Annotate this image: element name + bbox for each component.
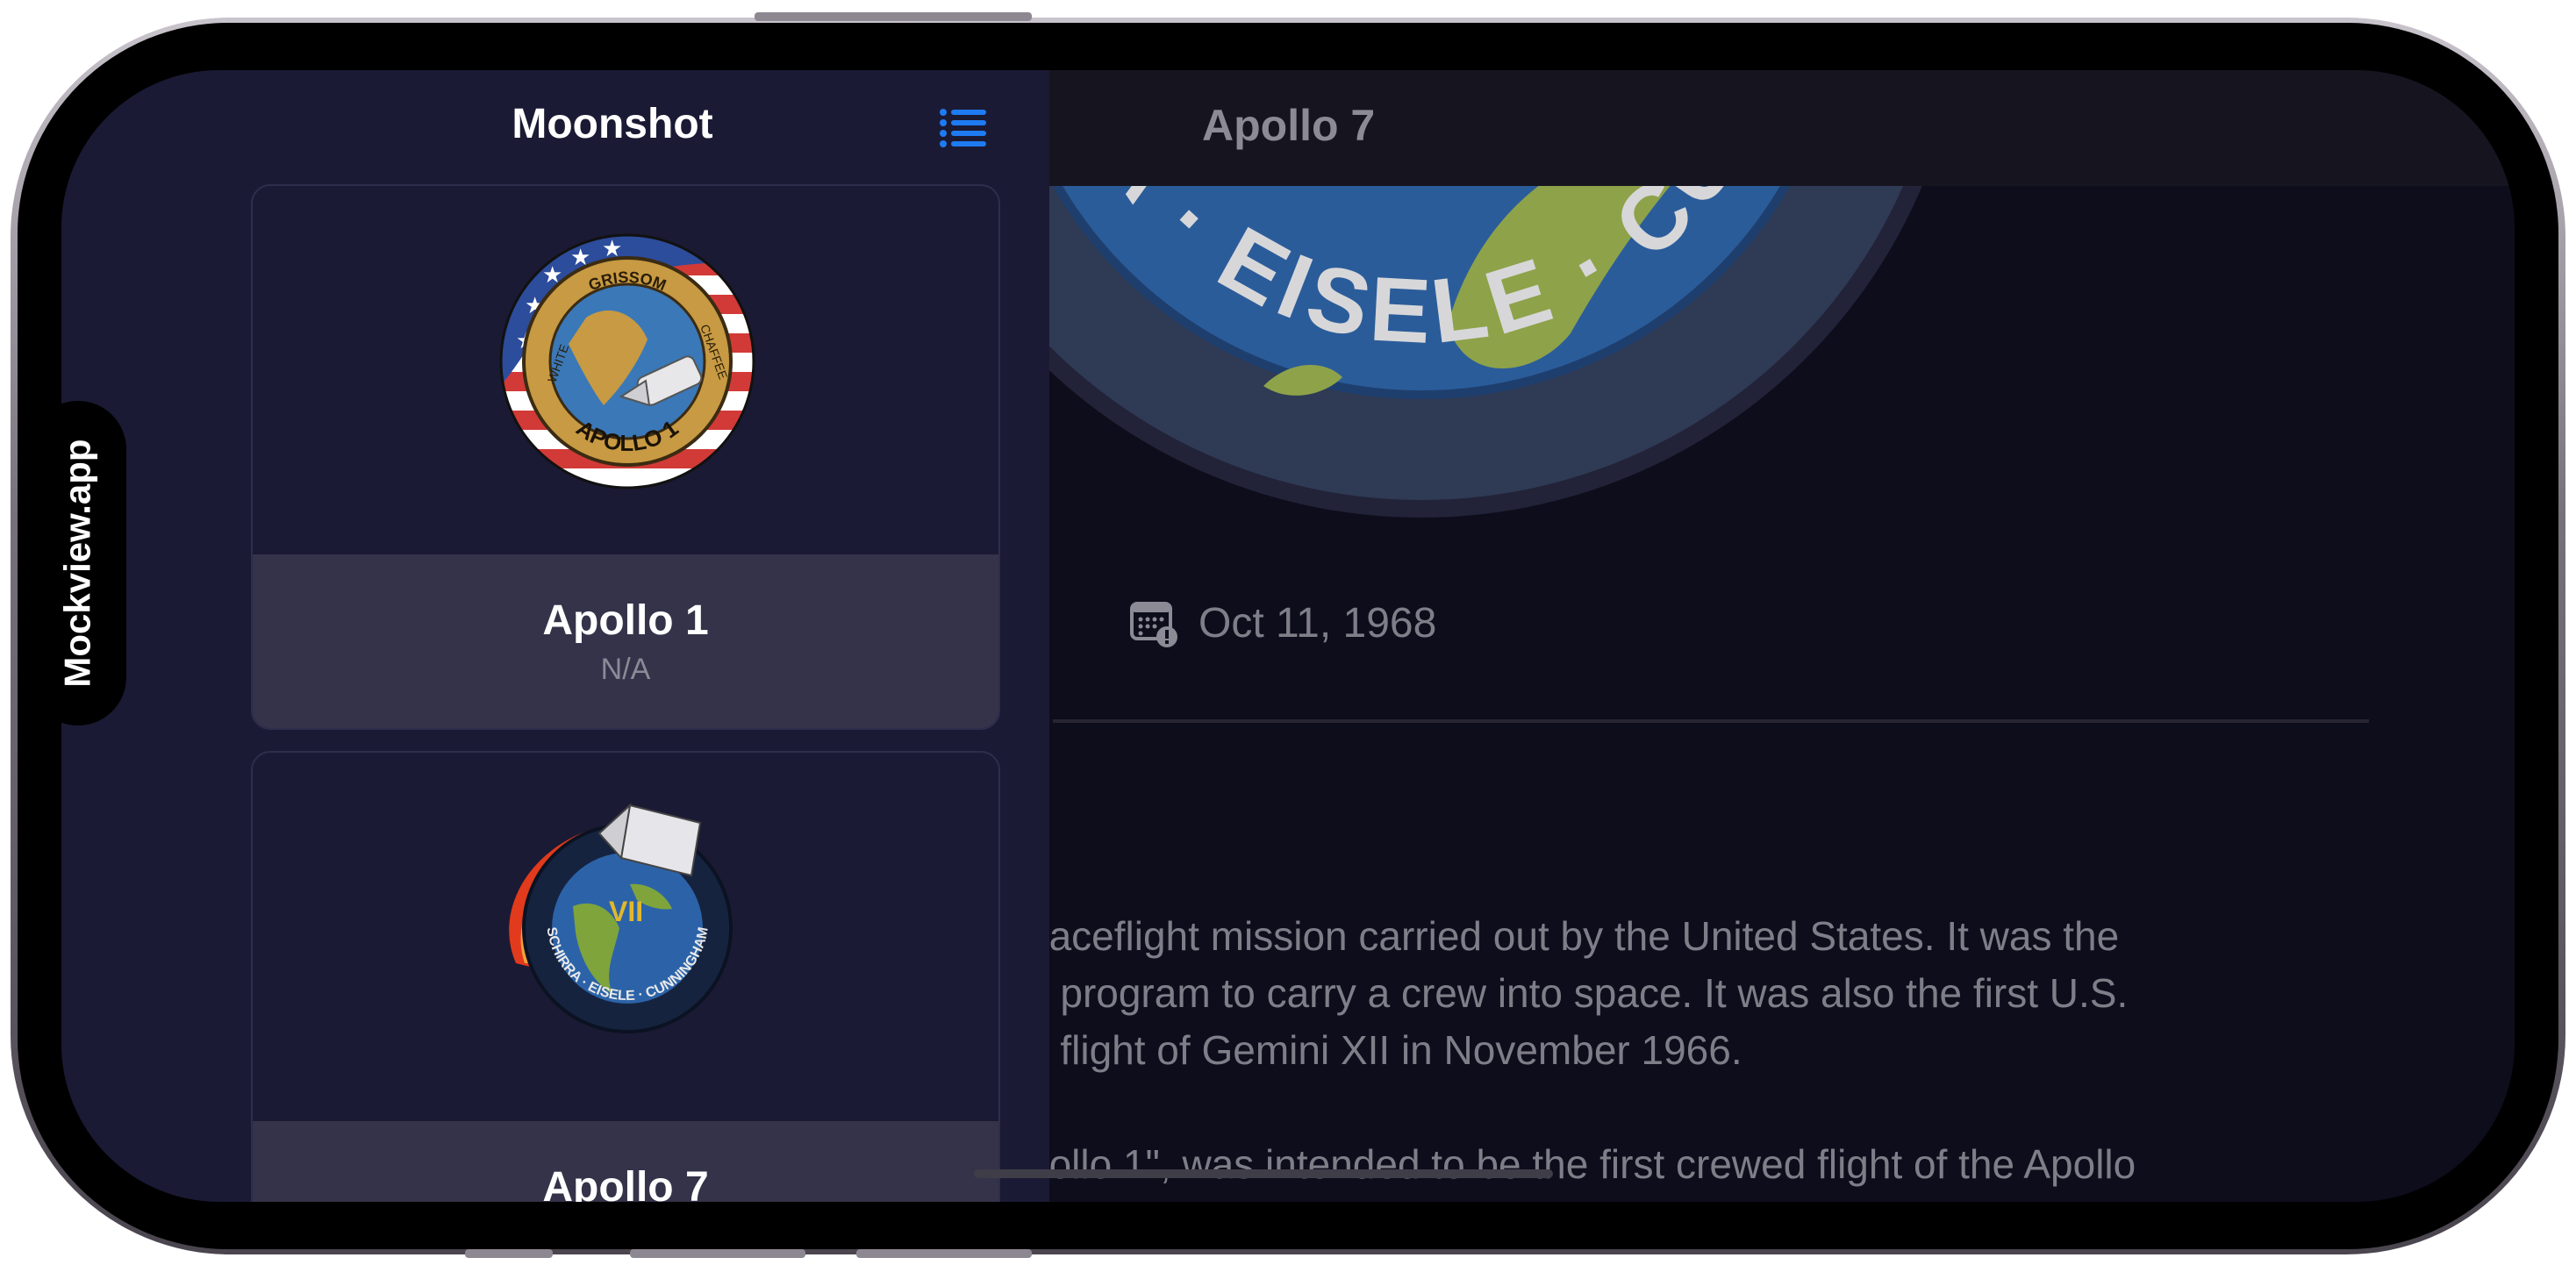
badge-label: Mockview.app <box>57 439 99 688</box>
card-footer: Apollo 7 <box>253 1121 998 1202</box>
side-button <box>630 1249 805 1258</box>
mission-launch-date: N/A <box>600 653 651 686</box>
description-line: e flight of Gemini XII in November 1966. <box>1027 1027 1742 1073</box>
launch-date: Oct 11, 1968 <box>1199 599 1437 647</box>
detail-title: Apollo 7 <box>1202 101 1376 150</box>
side-button <box>856 1249 1032 1258</box>
mission-name: Apollo 1 <box>542 597 709 644</box>
description-line: o program to carry a crew into space. It… <box>1027 970 2129 1016</box>
description-line: paceflight mission carried out by the Un… <box>1027 913 2120 959</box>
mission-description: paceflight mission carried out by the Un… <box>1027 908 2395 1193</box>
divider <box>1053 719 2369 723</box>
mockview-badge: Mockview.app <box>30 401 126 725</box>
mission-name: Apollo 7 <box>542 1164 709 1202</box>
side-button <box>465 1249 553 1258</box>
list-icon[interactable] <box>939 107 988 149</box>
mission-patch-apollo-1: ★ ★ ★ ★ ★ GRISSOM WHITE <box>253 186 998 554</box>
mission-patch-apollo-7: VII SCHIRRA · EISELE · CUNNINGHAM <box>253 753 998 1121</box>
sidebar: Moonshot ★ ★ ★ ★ GRISSOM WHITE CHAFFEE A… <box>61 70 1049 1202</box>
patch-roman-numeral: VII <box>609 896 643 927</box>
mission-card-apollo-7[interactable]: VII SCHIRRA · EISELE · CUNNINGHAM Apollo… <box>251 751 1000 1202</box>
sidebar-title: Moonshot <box>512 101 713 147</box>
mission-card-apollo-1[interactable]: ★ ★ ★ ★ ★ GRISSOM WHITE <box>251 184 1000 730</box>
card-footer: Apollo 1 N/A <box>253 554 998 728</box>
home-indicator[interactable] <box>974 1169 1553 1178</box>
launch-date-row: Oct 11, 1968 <box>1130 588 1436 658</box>
screen: RA · EISELE · CUN Apollo 7 Oct 11, 1968 <box>61 70 2515 1202</box>
side-button <box>755 12 1032 21</box>
description-line: pollo 1", was intended to be the first c… <box>1027 1141 2136 1187</box>
calendar-icon <box>1130 602 1177 647</box>
